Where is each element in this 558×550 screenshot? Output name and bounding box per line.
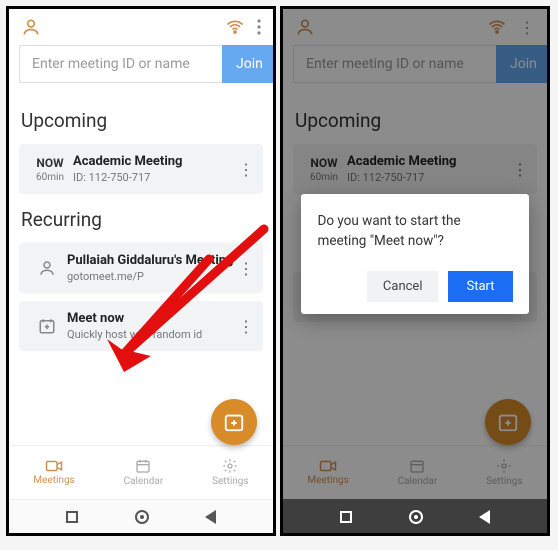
search-row: Join (9, 45, 273, 89)
meet-now-card[interactable]: Meet now Quickly host with random id ⋮ (19, 301, 263, 351)
camera-icon (45, 459, 63, 473)
nav-meetings[interactable]: Meetings (33, 459, 74, 486)
android-nav-bar (9, 499, 273, 533)
recents-button[interactable] (66, 511, 78, 523)
meeting-title: Academic Meeting (73, 154, 237, 169)
nav-settings[interactable]: Settings (212, 458, 249, 487)
cancel-button[interactable]: Cancel (367, 271, 439, 302)
recurring-sub: gotomeet.me/P (67, 270, 237, 283)
calendar-icon (135, 458, 151, 474)
nav-label: Calendar (124, 476, 164, 487)
meeting-time-block: NOW 60min (27, 156, 73, 183)
person-icon (27, 259, 67, 277)
content-area: Upcoming NOW 60min Academic Meeting ID: … (9, 89, 273, 445)
meet-now-title: Meet now (67, 311, 237, 326)
upcoming-meeting-card[interactable]: NOW 60min Academic Meeting ID: 112-750-7… (19, 144, 263, 194)
recurring-meeting-card[interactable]: Pullaiah Giddaluru's Meeting gotomeet.me… (19, 243, 263, 293)
meeting-now-label: NOW (36, 156, 63, 170)
meeting-id: ID: 112-750-717 (73, 171, 237, 184)
section-upcoming-title: Upcoming (21, 109, 261, 132)
dialog-message: Do you want to start the meeting "Meet n… (317, 212, 512, 251)
meeting-duration: 60min (36, 172, 64, 183)
gear-icon (222, 458, 238, 474)
phone-screen-left: Join Upcoming NOW 60min Academic Meeting… (6, 6, 276, 536)
top-bar (9, 9, 273, 45)
section-recurring-title: Recurring (21, 208, 261, 231)
nav-label: Settings (212, 476, 249, 487)
android-nav-bar (283, 499, 547, 533)
nav-calendar[interactable]: Calendar (124, 458, 164, 487)
card-overflow-icon[interactable]: ⋮ (237, 317, 255, 336)
back-button[interactable] (205, 510, 216, 524)
wifi-icon (225, 17, 245, 37)
recurring-title: Pullaiah Giddaluru's Meeting (67, 253, 237, 268)
meeting-id-input[interactable] (19, 45, 222, 83)
start-meeting-dialog: Do you want to start the meeting "Meet n… (301, 194, 528, 314)
card-overflow-icon[interactable]: ⋮ (237, 259, 255, 278)
join-button[interactable]: Join (222, 45, 276, 83)
calendar-plus-icon (27, 317, 67, 335)
home-button[interactable] (135, 510, 149, 524)
nav-label: Meetings (33, 475, 74, 486)
modal-backdrop[interactable]: Do you want to start the meeting "Meet n… (283, 9, 547, 499)
recents-button[interactable] (340, 511, 352, 523)
start-button[interactable]: Start (448, 271, 512, 302)
new-meeting-fab[interactable] (211, 399, 257, 445)
meet-now-sub: Quickly host with random id (67, 328, 237, 341)
overflow-menu-icon[interactable] (257, 19, 261, 35)
phone-screen-right: ⋮ Join Upcoming NOW60min Academic Meetin… (280, 6, 550, 536)
profile-icon[interactable] (21, 17, 41, 37)
bottom-nav: Meetings Calendar Settings (9, 445, 273, 499)
back-button[interactable] (479, 510, 490, 524)
card-overflow-icon[interactable]: ⋮ (237, 160, 255, 179)
home-button[interactable] (409, 510, 423, 524)
